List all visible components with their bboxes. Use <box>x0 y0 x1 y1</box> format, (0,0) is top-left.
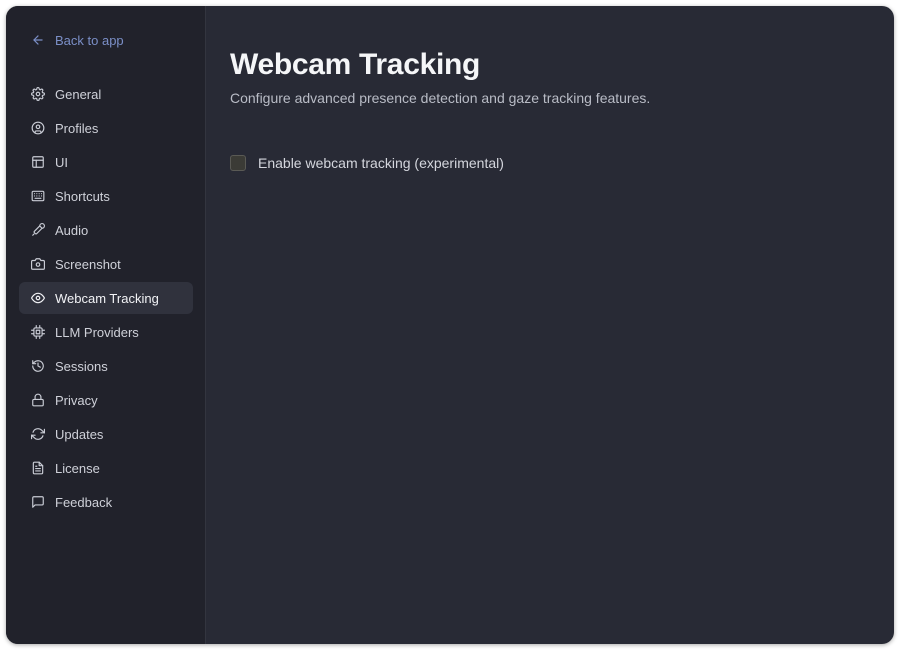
gear-icon <box>31 87 45 101</box>
history-icon <box>31 359 45 373</box>
sidebar-item-audio[interactable]: Audio <box>19 214 193 246</box>
sidebar-item-label: General <box>55 86 102 102</box>
sidebar-item-webcam-tracking[interactable]: Webcam Tracking <box>19 282 193 314</box>
sidebar-item-privacy[interactable]: Privacy <box>19 384 193 416</box>
sidebar-item-sessions[interactable]: Sessions <box>19 350 193 382</box>
sidebar-item-llm-providers[interactable]: LLM Providers <box>19 316 193 348</box>
arrow-left-icon <box>31 33 45 47</box>
sidebar-item-profiles[interactable]: Profiles <box>19 112 193 144</box>
sidebar-item-label: LLM Providers <box>55 324 139 340</box>
enable-webcam-tracking-label[interactable]: Enable webcam tracking (experimental) <box>258 155 504 171</box>
page-subtitle: Configure advanced presence detection an… <box>230 90 651 106</box>
sidebar-item-screenshot[interactable]: Screenshot <box>19 248 193 280</box>
sidebar-item-label: License <box>55 460 100 476</box>
file-text-icon <box>31 461 45 475</box>
sidebar-item-label: Profiles <box>55 120 99 136</box>
sidebar-item-ui[interactable]: UI <box>19 146 193 178</box>
back-to-app-link[interactable]: Back to app <box>19 28 193 52</box>
refresh-icon <box>31 427 45 441</box>
webcam-tracking-option[interactable]: Enable webcam tracking (experimental) <box>230 155 870 171</box>
sidebar-item-label: Feedback <box>55 494 113 510</box>
message-square-icon <box>31 495 45 509</box>
sidebar-item-feedback[interactable]: Feedback <box>19 486 193 518</box>
cpu-icon <box>31 325 45 339</box>
user-circle-icon <box>31 121 45 135</box>
sidebar: Back to app General Profiles UI Shortcut… <box>6 6 206 644</box>
microphone-icon <box>31 223 45 237</box>
sidebar-item-shortcuts[interactable]: Shortcuts <box>19 180 193 212</box>
settings-window: Back to app General Profiles UI Shortcut… <box>6 6 894 644</box>
eye-icon <box>31 291 45 305</box>
camera-icon <box>31 257 45 271</box>
sidebar-item-label: Sessions <box>55 358 108 374</box>
sidebar-item-general[interactable]: General <box>19 78 193 110</box>
sidebar-item-label: Screenshot <box>55 256 121 272</box>
keyboard-icon <box>31 189 45 203</box>
sidebar-item-label: Audio <box>55 222 89 238</box>
sidebar-item-license[interactable]: License <box>19 452 193 484</box>
sidebar-item-updates[interactable]: Updates <box>19 418 193 450</box>
page-title: Webcam Tracking <box>230 48 481 81</box>
enable-webcam-tracking-checkbox[interactable] <box>230 155 246 171</box>
sidebar-item-label: Privacy <box>55 392 98 408</box>
back-to-app-label: Back to app <box>55 32 124 48</box>
sidebar-item-label: UI <box>55 154 68 170</box>
settings-nav: General Profiles UI Shortcuts Audio Scre… <box>19 78 193 518</box>
layout-icon <box>31 155 45 169</box>
sidebar-item-label: Updates <box>55 426 104 442</box>
lock-icon <box>31 393 45 407</box>
settings-content: Webcam Tracking Configure advanced prese… <box>206 6 894 644</box>
sidebar-item-label: Webcam Tracking <box>55 290 159 306</box>
sidebar-item-label: Shortcuts <box>55 188 110 204</box>
